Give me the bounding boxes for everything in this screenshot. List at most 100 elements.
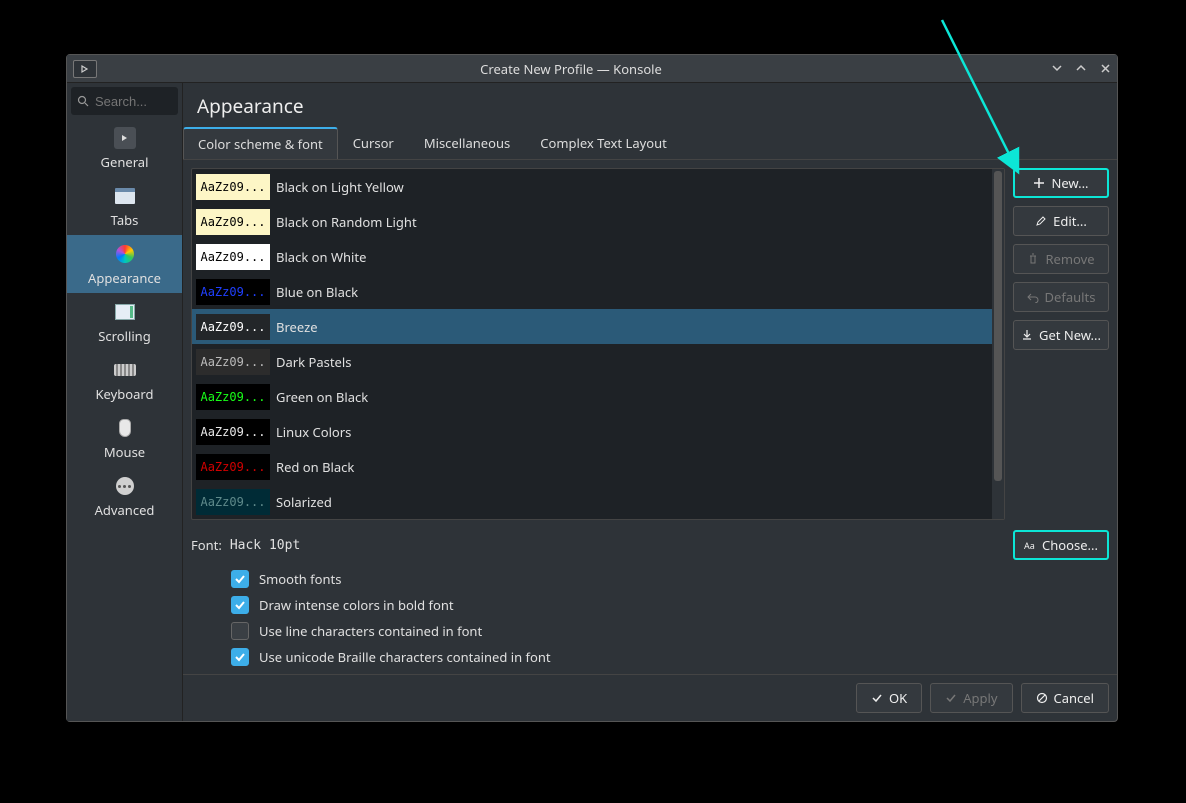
checkbox-label: Use unicode Braille characters contained… [259, 648, 551, 666]
checkbox-label: Draw intense colors in bold font [259, 596, 454, 614]
dialog-footer: OK Apply Cancel [183, 674, 1117, 721]
scheme-row[interactable]: AaZz09... Green on Black [192, 379, 992, 414]
scheme-row[interactable]: AaZz09... Blue on Black [192, 274, 992, 309]
sidebar-item-mouse[interactable]: Mouse [67, 409, 182, 467]
scheme-row[interactable]: AaZz09... Black on White [192, 239, 992, 274]
cancel-icon [1036, 692, 1048, 704]
trash-icon [1027, 253, 1039, 265]
page-title: Appearance [183, 83, 1117, 127]
cancel-button[interactable]: Cancel [1021, 683, 1109, 713]
font-value: Hack 10pt [230, 538, 300, 553]
scheme-sample: AaZz09... [196, 279, 270, 305]
checkbox-icon [231, 596, 249, 614]
ok-button[interactable]: OK [856, 683, 922, 713]
window-menu-icon[interactable] [73, 60, 97, 78]
scheme-sample: AaZz09... [196, 349, 270, 375]
new-scheme-button[interactable]: New... [1013, 168, 1109, 198]
scheme-row[interactable]: AaZz09... Black on Light Yellow [192, 169, 992, 204]
scheme-name: Red on Black [276, 458, 354, 476]
scheme-name: Black on White [276, 248, 366, 266]
scheme-row[interactable]: AaZz09... Red on Black [192, 449, 992, 484]
sidebar-item-label: Tabs [111, 211, 139, 229]
scrollbar-thumb[interactable] [994, 171, 1002, 481]
window-title: Create New Profile — Konsole [97, 60, 1045, 78]
check-icon [945, 692, 957, 704]
scheme-name: Black on Random Light [276, 213, 417, 231]
scrolling-icon [114, 301, 136, 323]
scheme-row[interactable]: AaZz09...Breeze [192, 309, 992, 344]
scheme-name: Green on Black [276, 388, 368, 406]
font-row: Font: Hack 10pt Aa Choose... [191, 528, 1109, 562]
sidebar-item-label: Mouse [104, 443, 145, 461]
dialog-window: Create New Profile — Konsole General [66, 54, 1118, 722]
checkbox-icon [231, 648, 249, 666]
sidebar-item-tabs[interactable]: Tabs [67, 177, 182, 235]
scheme-sample: AaZz09... [196, 384, 270, 410]
apply-button[interactable]: Apply [930, 683, 1012, 713]
checkbox-option[interactable]: Use unicode Braille characters contained… [231, 648, 1109, 666]
scheme-sample: AaZz09... [196, 244, 270, 270]
checkbox-option[interactable]: Smooth fonts [231, 570, 1109, 588]
tabs: Color scheme & font Cursor Miscellaneous… [183, 127, 1117, 160]
scrollbar[interactable] [992, 169, 1004, 519]
sidebar-item-appearance[interactable]: Appearance [67, 235, 182, 293]
scheme-button-column: New... Edit... Remove Defaults [1013, 168, 1109, 520]
appearance-icon [114, 243, 136, 265]
scheme-row[interactable]: AaZz09... Black on Random Light [192, 204, 992, 239]
mouse-icon [114, 417, 136, 439]
keyboard-icon [114, 359, 136, 381]
font-icon: Aa [1024, 540, 1036, 550]
search-icon [77, 95, 89, 107]
remove-scheme-button[interactable]: Remove [1013, 244, 1109, 274]
scheme-list: AaZz09...Black on Light YellowAaZz09...B… [191, 168, 1005, 520]
checkbox-label: Use line characters contained in font [259, 622, 482, 640]
plus-icon [1033, 177, 1045, 189]
sidebar-item-label: Appearance [88, 269, 161, 287]
scheme-name: Solarized [276, 493, 332, 511]
sidebar-item-advanced[interactable]: Advanced [67, 467, 182, 525]
scheme-name: Dark Pastels [276, 353, 351, 371]
get-new-button[interactable]: Get New... [1013, 320, 1109, 350]
scheme-sample: AaZz09... [196, 209, 270, 235]
tab-cursor[interactable]: Cursor [338, 127, 409, 159]
scheme-row[interactable]: AaZz09... Dark Pastels [192, 344, 992, 379]
font-label: Font: [191, 536, 222, 554]
scheme-row[interactable]: AaZz09...Linux Colors [192, 414, 992, 449]
maximize-button[interactable] [1069, 60, 1093, 78]
scheme-sample: AaZz09... [196, 454, 270, 480]
sidebar-item-label: General [101, 153, 149, 171]
scheme-sample: AaZz09... [196, 489, 270, 515]
sidebar-item-scrolling[interactable]: Scrolling [67, 293, 182, 351]
edit-scheme-button[interactable]: Edit... [1013, 206, 1109, 236]
checkbox-option[interactable]: Draw intense colors in bold font [231, 596, 1109, 614]
scheme-sample: AaZz09... [196, 174, 270, 200]
general-icon [114, 127, 136, 149]
close-button[interactable] [1093, 60, 1117, 78]
minimize-button[interactable] [1045, 60, 1069, 78]
scheme-row[interactable]: AaZz09... Solarized [192, 484, 992, 519]
svg-text:Aa: Aa [1024, 540, 1035, 550]
main-panel: Appearance Color scheme & font Cursor Mi… [183, 83, 1117, 721]
tab-color-scheme-font[interactable]: Color scheme & font [183, 127, 338, 159]
tab-miscellaneous[interactable]: Miscellaneous [409, 127, 525, 159]
sidebar-item-label: Advanced [95, 501, 155, 519]
search-field[interactable] [71, 87, 178, 115]
tabs-icon [114, 185, 136, 207]
checkbox-label: Smooth fonts [259, 570, 341, 588]
defaults-button[interactable]: Defaults [1013, 282, 1109, 312]
sidebar-item-general[interactable]: General [67, 119, 182, 177]
check-icon [871, 692, 883, 704]
font-options: Smooth fonts Draw intense colors in bold … [191, 570, 1109, 666]
titlebar: Create New Profile — Konsole [67, 55, 1117, 83]
choose-font-button[interactable]: Aa Choose... [1013, 530, 1109, 560]
tab-complex-text-layout[interactable]: Complex Text Layout [525, 127, 682, 159]
sidebar-item-label: Keyboard [95, 385, 153, 403]
download-icon [1021, 329, 1033, 341]
scheme-name: Blue on Black [276, 283, 358, 301]
undo-icon [1027, 291, 1039, 303]
sidebar-item-keyboard[interactable]: Keyboard [67, 351, 182, 409]
pencil-icon [1035, 215, 1047, 227]
scheme-name: Black on Light Yellow [276, 178, 404, 196]
checkbox-option[interactable]: Use line characters contained in font [231, 622, 1109, 640]
advanced-icon [114, 475, 136, 497]
